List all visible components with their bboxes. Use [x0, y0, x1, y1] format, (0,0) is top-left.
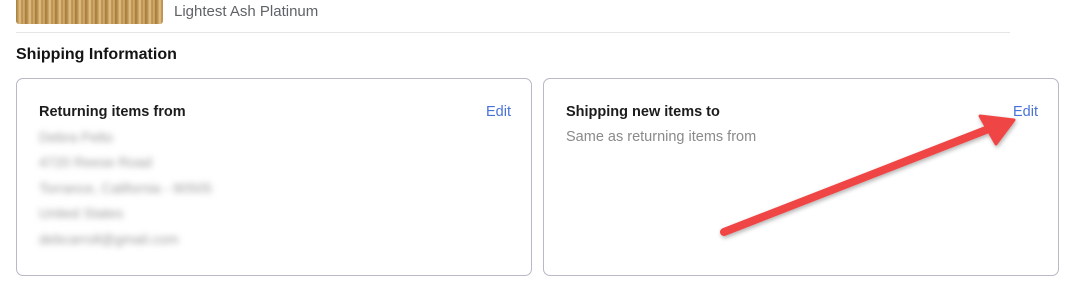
- shipping-address-edit-link[interactable]: Edit: [1013, 103, 1038, 121]
- shipping-information-title: Shipping Information: [16, 46, 177, 63]
- address-country: United States: [39, 205, 124, 221]
- address-name: Debra Pelto: [39, 129, 113, 145]
- product-image: [16, 0, 163, 24]
- section-divider: [16, 32, 1010, 33]
- page-root: Lightest Ash Platinum Shipping Informati…: [0, 0, 1074, 285]
- returning-items-title: Returning items from: [39, 104, 186, 120]
- address-street: 4720 Reese Road: [39, 154, 152, 170]
- product-variant-label: Lightest Ash Platinum: [174, 3, 319, 20]
- shipping-new-items-card: Shipping new items to Edit Same as retur…: [543, 78, 1059, 276]
- shipping-same-as-returning-text: Same as returning items from: [566, 129, 757, 145]
- shipping-new-items-title: Shipping new items to: [566, 104, 720, 120]
- address-email: debcarroll@gmail.com: [39, 231, 179, 247]
- returning-items-card: Returning items from Edit Debra Pelto 47…: [16, 78, 532, 276]
- address-city-state-zip: Torrance, California - 90505: [39, 180, 212, 196]
- returning-address-edit-link[interactable]: Edit: [486, 103, 511, 121]
